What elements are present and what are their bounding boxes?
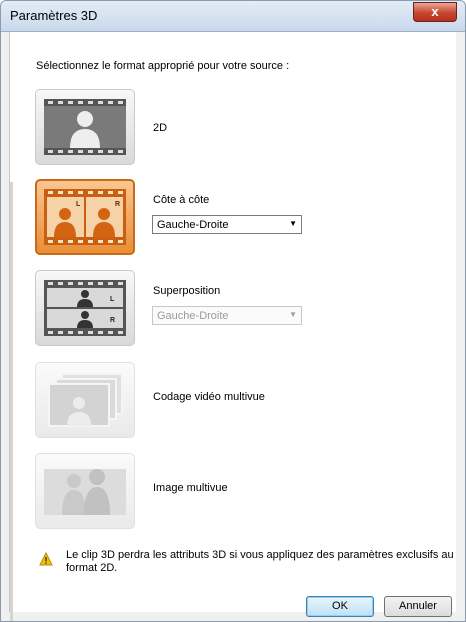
dropdown-value: Gauche-Droite <box>157 310 229 322</box>
dialog-title: Paramètres 3D <box>10 8 98 23</box>
title-bar: Paramètres 3D x <box>1 1 465 32</box>
svg-text:R: R <box>115 201 120 208</box>
svg-text:L: L <box>76 201 81 208</box>
close-icon: x <box>431 4 439 19</box>
cancel-button[interactable]: Annuler <box>384 596 452 617</box>
option-superposition-label: Superposition <box>153 285 221 297</box>
warning-icon <box>39 552 53 566</box>
chevron-down-icon: ▼ <box>289 310 297 319</box>
svg-text:R: R <box>110 317 115 324</box>
superposition-order-dropdown: Gauche-Droite ▼ <box>152 306 302 325</box>
dropdown-value: Gauche-Droite <box>157 219 229 231</box>
option-2d-label: 2D <box>153 122 168 134</box>
side-rail <box>10 182 13 621</box>
close-button[interactable]: x <box>413 2 457 22</box>
multiview-video-icon <box>48 373 123 427</box>
option-superposition-button[interactable]: L R <box>35 270 135 346</box>
option-side-by-side-label: Côte à côte <box>153 194 210 206</box>
option-multiview-image-button <box>35 453 135 529</box>
option-side-by-side-button[interactable]: L R <box>35 179 135 255</box>
dialog-body: Sélectionnez le format approprié pour vo… <box>9 32 456 621</box>
side-by-side-order-dropdown[interactable]: Gauche-Droite ▼ <box>152 215 302 234</box>
dialog-window: Paramètres 3D x Sélectionnez le format a… <box>0 0 466 622</box>
side-by-side-film-icon: L R <box>44 189 126 245</box>
2d-film-icon <box>44 99 126 155</box>
svg-text:L: L <box>110 296 115 303</box>
over-under-film-icon: L R <box>44 280 126 336</box>
warning-text: Le clip 3D perdra les attributs 3D si vo… <box>66 549 454 574</box>
instruction-text: Sélectionnez le format approprié pour vo… <box>36 60 290 72</box>
chevron-down-icon: ▼ <box>289 219 297 228</box>
option-multiview-video-button <box>35 362 135 438</box>
multiview-image-icon <box>44 469 126 515</box>
ok-button[interactable]: OK <box>306 596 374 617</box>
option-2d-button[interactable] <box>35 89 135 165</box>
option-multiview-video-label: Codage vidéo multivue <box>153 391 265 403</box>
option-multiview-image-label: Image multivue <box>153 482 228 494</box>
